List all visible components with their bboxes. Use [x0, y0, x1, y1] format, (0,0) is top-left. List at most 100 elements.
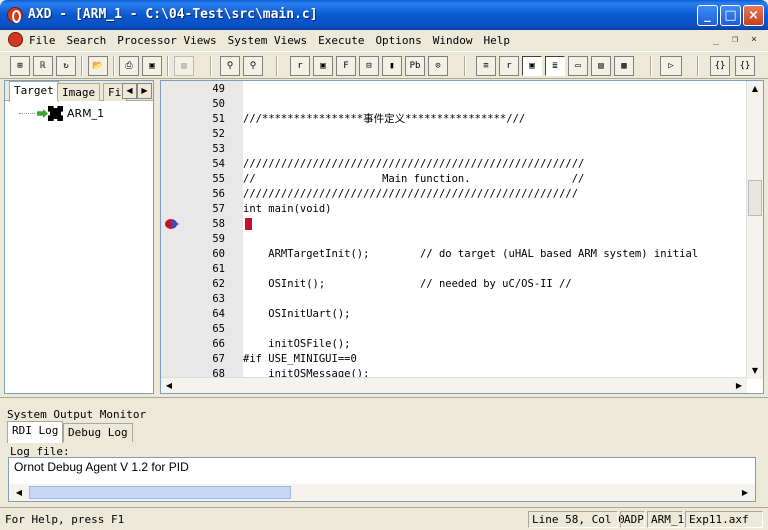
close-button[interactable]: ×	[743, 5, 764, 26]
inspect-icon[interactable]: ⊙	[428, 56, 448, 76]
code-line[interactable]: ///****************事件定义****************/…	[243, 112, 525, 127]
tab-scroll-right-icon[interactable]: ▶	[137, 83, 152, 99]
output-icon[interactable]: ▤	[591, 56, 611, 76]
line-number[interactable]: 65	[161, 322, 225, 337]
vertical-scroll-thumb[interactable]	[748, 180, 762, 216]
line-number[interactable]: 52	[161, 127, 225, 142]
breakpoints-icon[interactable]: Pb	[405, 56, 425, 76]
tab-rdi-log[interactable]: RDI Log	[7, 421, 64, 443]
app-icon[interactable]	[7, 7, 23, 23]
menu-search[interactable]: Search	[67, 34, 107, 47]
line-number[interactable]: 61	[161, 262, 225, 277]
toolbar-separator	[113, 56, 115, 76]
tree-connector	[19, 113, 35, 114]
disassembly-icon[interactable]: ≣	[545, 56, 565, 76]
mdi-restore-button[interactable]: ❐	[727, 33, 743, 47]
system-output-monitor: System Output Monitor RDI Log Debug Log …	[0, 404, 768, 506]
line-number[interactable]: 54	[161, 157, 225, 172]
horizontal-scrollbar[interactable]: ◀ ▶	[161, 377, 747, 393]
reload-image-icon[interactable]: ℝ	[33, 56, 53, 76]
watch-icon[interactable]: ▣	[313, 56, 333, 76]
step-over-icon[interactable]: {}	[735, 56, 755, 76]
line-number[interactable]: 53	[161, 142, 225, 157]
code-line[interactable]: ARMTargetInit(); // do target (uHAL base…	[243, 247, 698, 262]
code-area[interactable]: ///****************事件定义****************/…	[243, 81, 747, 379]
log-scroll-thumb[interactable]	[29, 486, 291, 499]
tree-item-arm1[interactable]: ARM_1	[19, 106, 104, 121]
disabled-tool-icon[interactable]: ▤	[174, 56, 194, 76]
line-number[interactable]: 51	[161, 112, 225, 127]
source-editor[interactable]: 49 50 51 52 53 54 55 56 57 58 59 60 61 62 63 64 65 66 67 68…	[160, 80, 764, 394]
line-number[interactable]: 55	[161, 172, 225, 187]
scroll-right-icon[interactable]: ▶	[731, 378, 747, 393]
line-number[interactable]: 62	[161, 277, 225, 292]
line-number[interactable]: 50	[161, 97, 225, 112]
find-icon[interactable]: ⚲	[220, 56, 240, 76]
variables-icon[interactable]: ⊟	[359, 56, 379, 76]
mdi-minimize-button[interactable]: _	[708, 33, 724, 47]
log-output-box[interactable]: Ornot Debug Agent V 1.2 for PID ◀ ▶	[8, 457, 756, 502]
system-watch-icon[interactable]: ▣	[522, 56, 542, 76]
code-line[interactable]: OSInit(); // needed by uC/OS-II //	[243, 277, 571, 292]
scroll-down-icon[interactable]: ▼	[747, 363, 763, 379]
line-number[interactable]: 63	[161, 292, 225, 307]
source-icon[interactable]: ≡	[476, 56, 496, 76]
system-registers-icon[interactable]: r	[499, 56, 519, 76]
menu-file[interactable]: File	[29, 34, 56, 47]
line-number[interactable]: 49	[161, 82, 225, 97]
line-number[interactable]: 56	[161, 187, 225, 202]
low-level-symbols-icon[interactable]: ▦	[614, 56, 634, 76]
tab-scroll-left-icon[interactable]: ◀	[122, 83, 137, 99]
scroll-left-icon[interactable]: ◀	[161, 378, 177, 393]
log-scroll-left-icon[interactable]: ◀	[11, 485, 27, 501]
status-target: ARM_1	[647, 511, 684, 528]
tab-debug-log[interactable]: Debug Log	[63, 423, 133, 442]
maximize-button[interactable]: □	[720, 5, 741, 26]
reset-icon[interactable]: ↻	[56, 56, 76, 76]
open-file-icon[interactable]: 📂	[88, 56, 108, 76]
tab-image[interactable]: Image	[57, 83, 101, 101]
toolbar-separator	[697, 56, 699, 76]
line-number[interactable]: 59	[161, 232, 225, 247]
line-number[interactable]: 64	[161, 307, 225, 322]
vertical-scrollbar[interactable]: ▲ ▼	[746, 81, 763, 379]
document-icon[interactable]	[8, 32, 23, 47]
minimize-button[interactable]: _	[697, 5, 718, 26]
registers-icon[interactable]: r	[290, 56, 310, 76]
pane-splitter[interactable]	[0, 397, 768, 401]
step-in-icon[interactable]: {}	[710, 56, 730, 76]
load-image-icon[interactable]: ⊞	[10, 56, 30, 76]
line-number[interactable]: 57	[161, 202, 225, 217]
menu-window[interactable]: Window	[433, 34, 473, 47]
menu-execute[interactable]: Execute	[318, 34, 364, 47]
menu-options[interactable]: Options	[375, 34, 421, 47]
status-bar: For Help, press F1 Line 58, Col 0 ADP AR…	[0, 507, 768, 530]
line-number-gutter[interactable]: 49 50 51 52 53 54 55 56 57 58 59 60 61 62 63 64 65 66 67 68	[161, 81, 243, 380]
code-line[interactable]: int main(void)	[243, 202, 332, 217]
code-line[interactable]: ////////////////////////////////////////…	[243, 187, 578, 202]
code-line[interactable]: initOSFile();	[243, 337, 350, 352]
mdi-close-button[interactable]: ×	[746, 33, 762, 47]
line-number[interactable]: 60	[161, 247, 225, 262]
memory-icon[interactable]: ▮	[382, 56, 402, 76]
windows-icon[interactable]: ▣	[142, 56, 162, 76]
code-line[interactable]: #if USE_MINIGUI==0	[243, 352, 357, 367]
menu-system-views[interactable]: System Views	[228, 34, 307, 47]
menu-bar: File Search Processor Views System Views…	[0, 30, 768, 50]
line-number[interactable]: 66	[161, 337, 225, 352]
run-icon[interactable]: ▷	[660, 56, 682, 76]
code-line[interactable]: // Main function. //	[243, 172, 584, 187]
code-line[interactable]: ////////////////////////////////////////…	[243, 157, 584, 172]
scroll-up-icon[interactable]: ▲	[747, 81, 763, 97]
menu-help[interactable]: Help	[484, 34, 511, 47]
functions-icon[interactable]: F	[336, 56, 356, 76]
line-number[interactable]: 67	[161, 352, 225, 367]
tab-target[interactable]: Target	[9, 81, 59, 102]
console-icon[interactable]: ▭	[568, 56, 588, 76]
log-horizontal-scrollbar[interactable]: ◀ ▶	[9, 484, 755, 501]
paste-icon[interactable]: ⎙	[119, 56, 139, 76]
find-next-icon[interactable]: ⚲	[243, 56, 263, 76]
code-line[interactable]: OSInitUart();	[243, 307, 350, 322]
log-scroll-right-icon[interactable]: ▶	[737, 485, 753, 501]
menu-processor-views[interactable]: Processor Views	[117, 34, 216, 47]
